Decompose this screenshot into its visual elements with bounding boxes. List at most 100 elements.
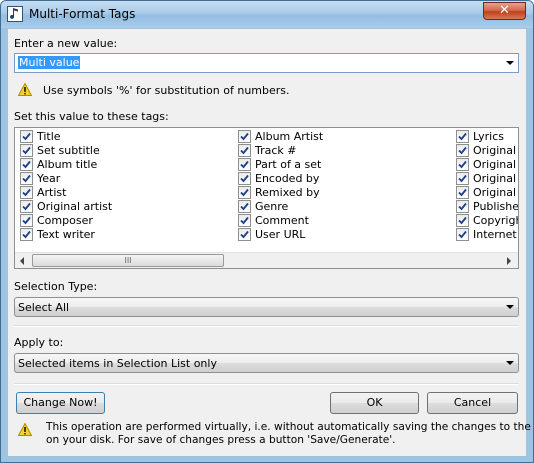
- checkbox-checked[interactable]: [456, 228, 469, 241]
- chevron-down-icon: [506, 305, 514, 309]
- tag-checkbox-item[interactable]: Text writer: [20, 228, 230, 241]
- chevron-down-icon: [506, 361, 514, 365]
- tag-label: Internet r: [473, 228, 518, 241]
- dialog-body: Enter a new value: Multi value Use symbo…: [8, 29, 533, 456]
- tag-label: Original ye: [473, 172, 518, 185]
- checkbox-checked[interactable]: [20, 172, 33, 185]
- tag-label: User URL: [255, 228, 306, 241]
- checkbox-checked[interactable]: [20, 186, 33, 199]
- tag-checkbox-item[interactable]: Copyright: [456, 214, 518, 227]
- footer-note-line1: This operation are performed virtually, …: [46, 421, 534, 433]
- close-icon: ✕: [499, 3, 510, 18]
- checkbox-checked[interactable]: [20, 158, 33, 171]
- tag-label: Title: [37, 130, 61, 143]
- tag-checkbox-item[interactable]: Set subtitle: [20, 144, 230, 157]
- tag-checkbox-item[interactable]: Publisher: [456, 200, 518, 213]
- tag-checkbox-item[interactable]: Original artist: [20, 200, 230, 213]
- tag-checkbox-item[interactable]: Genre: [238, 200, 448, 213]
- checkbox-checked[interactable]: [20, 228, 33, 241]
- tag-checkbox-item[interactable]: Artist: [20, 186, 230, 199]
- checkbox-checked[interactable]: [238, 186, 251, 199]
- scrollbar-thumb[interactable]: III: [32, 254, 224, 267]
- selection-type-value: Select All: [18, 301, 70, 314]
- substitution-hint: Use symbols '%' for substitution of numb…: [43, 84, 290, 97]
- close-button[interactable]: ✕: [483, 2, 526, 20]
- checkbox-checked[interactable]: [238, 158, 251, 171]
- checkbox-checked[interactable]: [20, 200, 33, 213]
- checkbox-checked[interactable]: [20, 130, 33, 143]
- change-now-button[interactable]: Change Now!: [16, 392, 105, 414]
- scroll-left-icon[interactable]: [20, 257, 24, 265]
- warning-icon: [18, 83, 32, 96]
- divider: [14, 383, 519, 385]
- tag-label: Track #: [255, 144, 297, 157]
- tag-label: Composer: [37, 214, 93, 227]
- window-title: Multi-Format Tags: [29, 7, 136, 21]
- checkbox-checked[interactable]: [238, 144, 251, 157]
- checkbox-checked[interactable]: [238, 214, 251, 227]
- tag-label: Part of a set: [255, 158, 322, 171]
- tag-checkbox-item[interactable]: Remixed by: [238, 186, 448, 199]
- tag-checkbox-item[interactable]: Year: [20, 172, 230, 185]
- tag-checkbox-item[interactable]: Original ye: [456, 172, 518, 185]
- tag-label: Original al: [473, 144, 518, 157]
- ok-button[interactable]: OK: [330, 392, 419, 414]
- checkbox-checked[interactable]: [238, 228, 251, 241]
- tag-checkbox-item[interactable]: Title: [20, 130, 230, 143]
- tags-label: Set this value to these tags:: [14, 110, 169, 123]
- tag-checkbox-item[interactable]: User URL: [238, 228, 448, 241]
- title-bar[interactable]: Multi-Format Tags ✕: [1, 1, 533, 28]
- tag-checkbox-item[interactable]: Album Artist: [238, 130, 448, 143]
- new-value-input[interactable]: Multi value: [18, 56, 81, 69]
- tag-label: Year: [37, 172, 61, 185]
- apply-to-select[interactable]: Selected items in Selection List only: [14, 353, 519, 373]
- tag-checkbox-item[interactable]: Part of a set: [238, 158, 448, 171]
- tag-checkbox-item[interactable]: Original fil: [456, 186, 518, 199]
- footer-note-line2: on your disk. For save of changes press …: [46, 434, 396, 446]
- checkbox-checked[interactable]: [456, 172, 469, 185]
- tag-checkbox-item[interactable]: Lyrics: [456, 130, 518, 143]
- tag-checkbox-item[interactable]: Album title: [20, 158, 230, 171]
- horizontal-scrollbar[interactable]: III: [15, 252, 518, 268]
- cancel-button[interactable]: Cancel: [427, 392, 518, 414]
- tag-checkbox-item[interactable]: Original al: [456, 144, 518, 157]
- tag-checkbox-item[interactable]: Track #: [238, 144, 448, 157]
- tag-checkbox-item[interactable]: Internet r: [456, 228, 518, 241]
- tag-label: Genre: [255, 200, 289, 213]
- checkbox-checked[interactable]: [456, 200, 469, 213]
- tag-checkbox-item[interactable]: Comment: [238, 214, 448, 227]
- tags-checklist[interactable]: Title Set subtitle Album title Year Artist Or…: [14, 127, 519, 269]
- tag-label: Comment: [255, 214, 309, 227]
- checkbox-checked[interactable]: [456, 158, 469, 171]
- chevron-down-icon[interactable]: [506, 61, 514, 65]
- selection-type-select[interactable]: Select All: [14, 297, 519, 317]
- tag-label: Original fil: [473, 186, 518, 199]
- checkbox-checked[interactable]: [456, 186, 469, 199]
- checkbox-checked[interactable]: [238, 130, 251, 143]
- tag-label: Original artist: [37, 200, 113, 213]
- tag-label: Set subtitle: [37, 144, 100, 157]
- tag-checkbox-item[interactable]: Encoded by: [238, 172, 448, 185]
- new-value-combobox[interactable]: Multi value: [14, 53, 519, 73]
- tag-label: Original te: [473, 158, 518, 171]
- checkbox-checked[interactable]: [20, 214, 33, 227]
- warning-icon: [18, 423, 32, 436]
- checkbox-checked[interactable]: [456, 214, 469, 227]
- tag-label: Copyright: [473, 214, 518, 227]
- checkbox-checked[interactable]: [456, 144, 469, 157]
- dialog-window: Multi-Format Tags ✕ Enter a new value: M…: [0, 0, 534, 463]
- tag-label: Album title: [37, 158, 98, 171]
- scroll-right-icon[interactable]: [507, 257, 511, 265]
- checkbox-checked[interactable]: [238, 200, 251, 213]
- tag-checkbox-item[interactable]: Composer: [20, 214, 230, 227]
- tag-label: Album Artist: [255, 130, 324, 143]
- tag-label: Artist: [37, 186, 67, 199]
- tag-label: Lyrics: [473, 130, 504, 143]
- apply-to-label: Apply to:: [14, 336, 64, 349]
- selection-type-label: Selection Type:: [14, 280, 98, 293]
- checkbox-checked[interactable]: [238, 172, 251, 185]
- checkbox-checked[interactable]: [20, 144, 33, 157]
- checkbox-checked[interactable]: [456, 130, 469, 143]
- tag-label: Remixed by: [255, 186, 320, 199]
- tag-checkbox-item[interactable]: Original te: [456, 158, 518, 171]
